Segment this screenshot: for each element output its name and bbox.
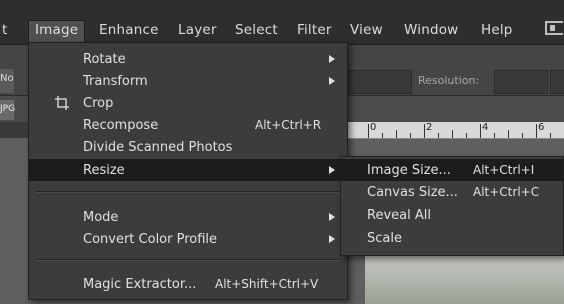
ruler-tick [382, 133, 383, 138]
menu-bar: t Image Enhance Layer Select Filter View… [0, 0, 564, 45]
menu-item-label: Divide Scanned Photos [83, 140, 233, 155]
menu-item-label: Crop [83, 96, 114, 111]
options-field[interactable] [348, 70, 412, 94]
menu-item-crop[interactable]: Crop [29, 92, 347, 114]
menu-item-shortcut: Alt+Shift+Ctrl+V [215, 277, 319, 291]
menu-item-label: Rotate [83, 52, 126, 67]
menu-item-transform[interactable]: Transform [29, 70, 347, 92]
ruler-tick [550, 133, 551, 138]
submenu-arrow-icon [329, 213, 335, 221]
ruler-tick [410, 133, 411, 138]
menu-separator [35, 259, 341, 261]
ruler-tick [396, 130, 397, 138]
submenu-item-image-size[interactable]: Image Size... Alt+Ctrl+I [341, 159, 563, 181]
menu-item-label: Transform [83, 74, 148, 89]
ruler-tick [508, 130, 509, 138]
resolution-unit-field[interactable] [550, 70, 564, 94]
menu-item-rotate[interactable]: Rotate [29, 48, 347, 70]
menu-edit-partial[interactable]: t [2, 22, 8, 38]
submenu-item-scale[interactable]: Scale [341, 227, 563, 249]
ruler-tick [368, 124, 369, 138]
crop-icon [55, 96, 69, 110]
ruler-tick [438, 133, 439, 138]
submenu-item-label: Scale [367, 231, 402, 246]
menu-item-divide-scanned-photos[interactable]: Divide Scanned Photos [29, 136, 347, 158]
ruler-tick [494, 133, 495, 138]
menu-filter[interactable]: Filter [297, 22, 332, 38]
menu-enhance[interactable]: Enhance [99, 22, 159, 38]
ruler-number: 0 [370, 122, 377, 133]
resolution-field[interactable] [494, 70, 548, 94]
document-tab[interactable]: JPG [0, 100, 15, 120]
menu-item-convert-color-profile[interactable]: Convert Color Profile [29, 228, 347, 250]
menu-separator [35, 191, 341, 193]
ruler-tick [466, 133, 467, 138]
menu-item-label: Resize [83, 163, 125, 178]
menu-item-resize[interactable]: Resize [29, 159, 347, 181]
submenu-arrow-icon [329, 77, 335, 85]
menu-help[interactable]: Help [481, 22, 513, 38]
submenu-item-label: Canvas Size... [367, 185, 458, 200]
options-left-tab[interactable]: No [0, 69, 14, 93]
ruler-number: 4 [482, 122, 489, 133]
submenu-item-label: Image Size... [367, 163, 451, 178]
menu-item-label: Magic Extractor... [83, 277, 197, 292]
resize-submenu: Image Size... Alt+Ctrl+I Canvas Size... … [340, 156, 564, 256]
ruler-number: 2 [426, 122, 433, 133]
submenu-item-shortcut: Alt+Ctrl+C [473, 185, 540, 199]
ruler-tick [452, 130, 453, 138]
menu-window[interactable]: Window [404, 22, 458, 38]
menu-layer[interactable]: Layer [178, 22, 217, 38]
submenu-arrow-icon [329, 55, 335, 63]
menu-image[interactable]: Image [28, 20, 86, 43]
ruler-number: 6 [538, 122, 545, 133]
menu-select[interactable]: Select [235, 22, 278, 38]
window-arrange-icon[interactable] [545, 21, 563, 35]
submenu-item-reveal-all[interactable]: Reveal All [341, 204, 563, 226]
menu-item-label: Convert Color Profile [83, 232, 218, 247]
menu-item-label: Mode [83, 210, 119, 225]
horizontal-ruler: 0 2 4 6 [340, 122, 564, 139]
submenu-item-canvas-size[interactable]: Canvas Size... Alt+Ctrl+C [341, 181, 563, 203]
image-menu: Rotate Transform Crop Recompose Alt+Ctrl… [28, 42, 348, 300]
menu-item-magic-extractor[interactable]: Magic Extractor... Alt+Shift+Ctrl+V [29, 273, 347, 295]
menu-view[interactable]: View [350, 22, 383, 38]
submenu-arrow-icon [329, 166, 335, 174]
submenu-item-label: Reveal All [367, 208, 431, 223]
ruler-tick [536, 124, 537, 138]
menu-item-recompose[interactable]: Recompose Alt+Ctrl+R [29, 114, 347, 136]
menu-item-shortcut: Alt+Ctrl+R [255, 118, 322, 132]
ruler-tick [522, 133, 523, 138]
submenu-arrow-icon [329, 235, 335, 243]
menu-item-mode[interactable]: Mode [29, 206, 347, 228]
resolution-label: Resolution: [418, 74, 480, 87]
submenu-item-shortcut: Alt+Ctrl+I [473, 163, 535, 177]
menu-item-label: Recompose [83, 118, 159, 133]
ruler-tick [480, 124, 481, 138]
ruler-tick [424, 124, 425, 138]
photo-image [365, 250, 564, 304]
